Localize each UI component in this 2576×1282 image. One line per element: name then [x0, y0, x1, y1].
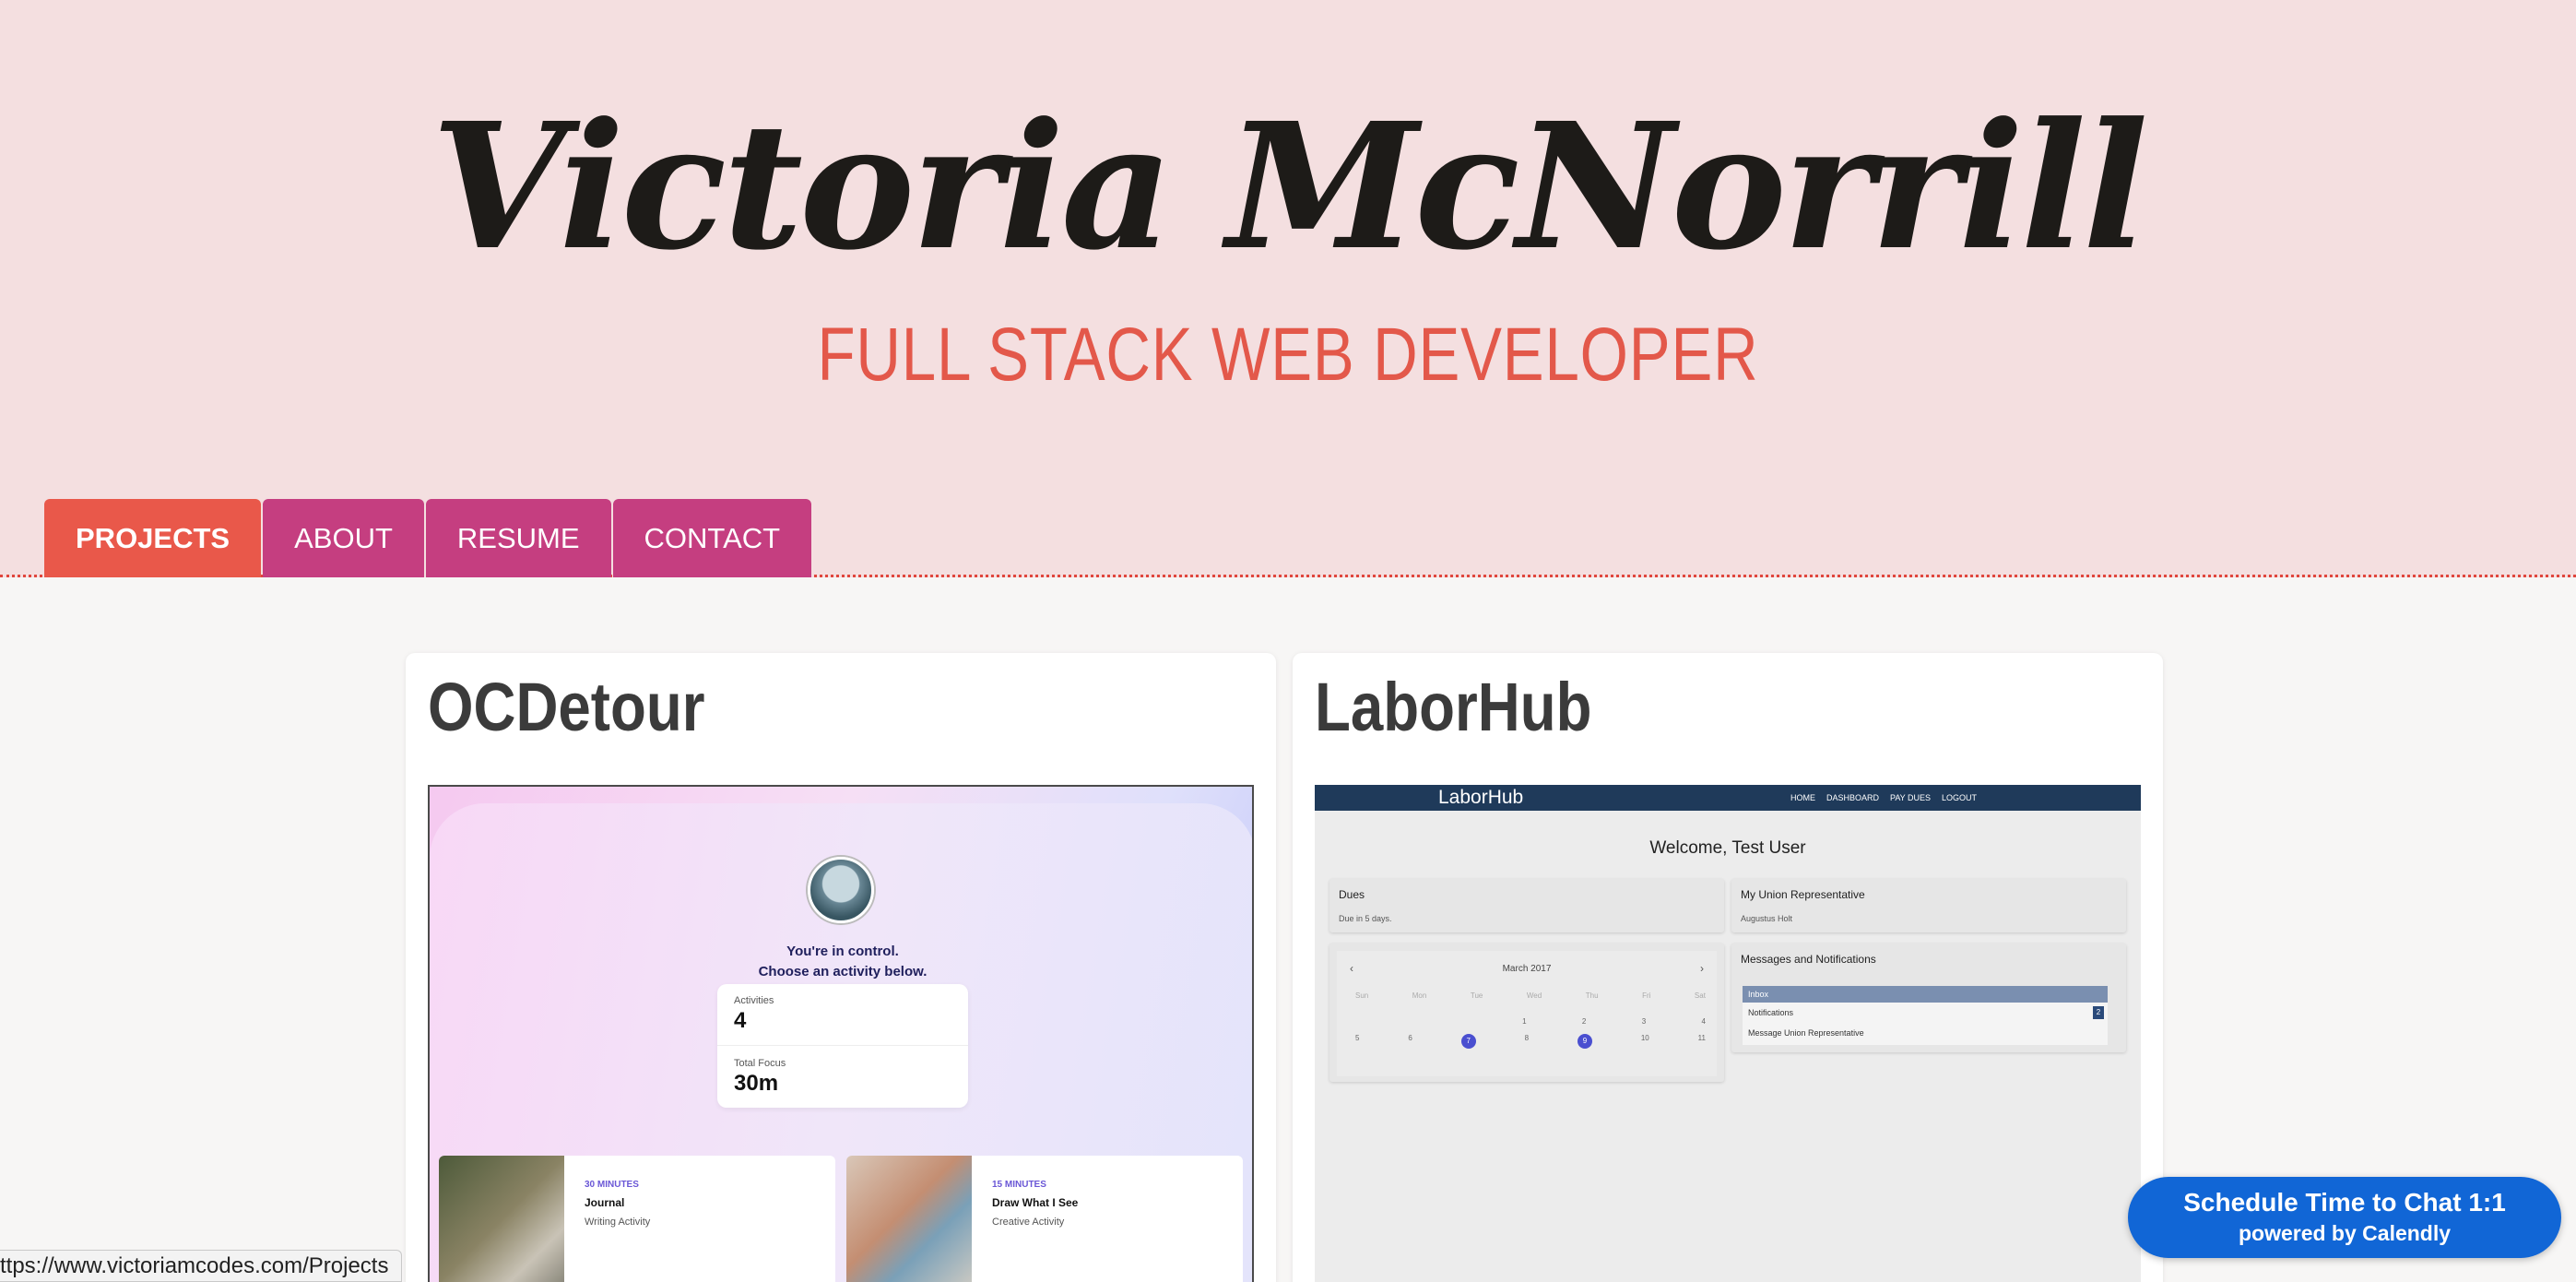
messages-list: Inbox Notifications 2 Message Union Repr…: [1743, 986, 2108, 1045]
project-title[interactable]: OCDetour: [428, 668, 705, 746]
activity-type: Writing Activity: [585, 1217, 651, 1228]
avatar: [808, 857, 874, 923]
activity-type: Creative Activity: [992, 1217, 1065, 1228]
stat-label: Total Focus: [734, 1058, 786, 1069]
notification-count-badge: 2: [2093, 1006, 2104, 1019]
pay-dues-link: PAY DUES: [1890, 793, 1932, 802]
messages-title: Messages and Notifications: [1741, 953, 1876, 966]
calendar-panel: ‹ March 2017 › Sun Mon Tue Wed Thu Fri S…: [1329, 944, 1724, 1082]
calendar-weekdays: Sun Mon Tue Wed Thu Fri Sat: [1355, 991, 1706, 1000]
dues-subtitle: Due in 5 days.: [1339, 914, 1392, 923]
app-nav-links: HOME DASHBOARD PAY DUES LOGOUT: [1790, 785, 2141, 811]
weekday: Wed: [1526, 991, 1542, 1000]
list-item: Message Union Representative: [1748, 1028, 1864, 1038]
weekday: Sun: [1355, 991, 1369, 1000]
weekday: Thu: [1585, 991, 1599, 1000]
project-card-laborhub[interactable]: LaborHub LaborHub HOME DASHBOARD PAY DUE…: [1293, 653, 2163, 1282]
list-item: Notifications 2: [1743, 1004, 2108, 1021]
chevron-right-icon: ›: [1700, 962, 1704, 975]
tab-contact[interactable]: CONTACT: [612, 499, 812, 577]
calendar: ‹ March 2017 › Sun Mon Tue Wed Thu Fri S…: [1337, 951, 1717, 1076]
rep-name: Augustus Holt: [1741, 914, 1793, 923]
weekday: Fri: [1642, 991, 1651, 1000]
preview-heading: You're in control.: [786, 944, 899, 959]
app-brand: LaborHub: [1438, 787, 1524, 808]
calendly-sublabel: powered by Calendly: [2238, 1221, 2452, 1245]
site-header: Victoria McNorrill FULL STACK WEB DEVELO…: [0, 0, 2576, 577]
activity-name: Draw What I See: [992, 1196, 1079, 1209]
stat-value: 4: [734, 1008, 747, 1033]
rep-panel: My Union Representative Augustus Holt: [1731, 879, 2126, 932]
calendar-month: March 2017: [1502, 964, 1552, 974]
welcome-text: Welcome, Test User: [1649, 838, 1806, 858]
dues-panel: Dues Due in 5 days.: [1329, 879, 1724, 932]
stat-label: Activities: [734, 995, 774, 1006]
weekday: Sat: [1694, 991, 1706, 1000]
project-title[interactable]: LaborHub: [1315, 668, 1591, 746]
project-screenshot[interactable]: LaborHub HOME DASHBOARD PAY DUES LOGOUT …: [1315, 785, 2141, 1282]
list-item-label: Notifications: [1748, 1008, 1794, 1017]
tab-projects[interactable]: PROJECTS: [44, 499, 262, 577]
calendar-week: 1234: [1522, 1017, 1706, 1026]
tab-resume[interactable]: RESUME: [425, 499, 611, 577]
project-screenshot[interactable]: You're in control. Choose an activity be…: [428, 785, 1254, 1282]
preview-subheading: Choose an activity below.: [758, 964, 928, 979]
activity-duration: 15 MINUTES: [992, 1180, 1046, 1190]
status-bar-url: ttps://www.victoriamcodes.com/Projects: [0, 1250, 403, 1282]
activity-card: 15 MINUTES Draw What I See Creative Acti…: [846, 1156, 1243, 1282]
activity-name: Journal: [585, 1196, 625, 1209]
site-title: Victoria McNorrill: [431, 85, 2149, 289]
stats-card: Activities 4 Total Focus 30m: [717, 984, 968, 1108]
calendly-schedule-button[interactable]: Schedule Time to Chat 1:1 powered by Cal…: [2128, 1177, 2561, 1258]
app-navbar: LaborHub HOME DASHBOARD PAY DUES LOGOUT: [1315, 785, 2141, 811]
activity-duration: 30 MINUTES: [585, 1180, 639, 1190]
activity-image: [439, 1156, 564, 1282]
activity-card: 30 MINUTES Journal Writing Activity: [439, 1156, 835, 1282]
weekday: Mon: [1412, 991, 1427, 1000]
calendar-week: 5 6 7 8 9 10 11: [1355, 1034, 1706, 1049]
dashboard-link: DASHBOARD: [1826, 793, 1880, 802]
rep-title: My Union Representative: [1741, 888, 1865, 901]
stat-value: 30m: [734, 1071, 779, 1096]
activity-image: [846, 1156, 972, 1282]
logout-link: LOGOUT: [1942, 793, 1978, 802]
app-preview-background: You're in control. Choose an activity be…: [430, 803, 1252, 1282]
site-subtitle: FULL STACK WEB DEVELOPER: [817, 313, 1759, 397]
divider: [717, 1045, 968, 1046]
calendly-label: Schedule Time to Chat 1:1: [2183, 1188, 2506, 1217]
weekday: Tue: [1470, 991, 1483, 1000]
project-card-ocdetour[interactable]: OCDetour You're in control. Choose an ac…: [406, 653, 1276, 1282]
dues-title: Dues: [1339, 888, 1365, 901]
tab-about[interactable]: ABOUT: [263, 499, 424, 577]
home-link: HOME: [1790, 793, 1815, 802]
list-item: Inbox: [1743, 986, 2108, 1003]
main-nav: PROJECTS ABOUT RESUME CONTACT: [44, 499, 812, 577]
messages-panel: Messages and Notifications Inbox Notific…: [1731, 944, 2126, 1052]
